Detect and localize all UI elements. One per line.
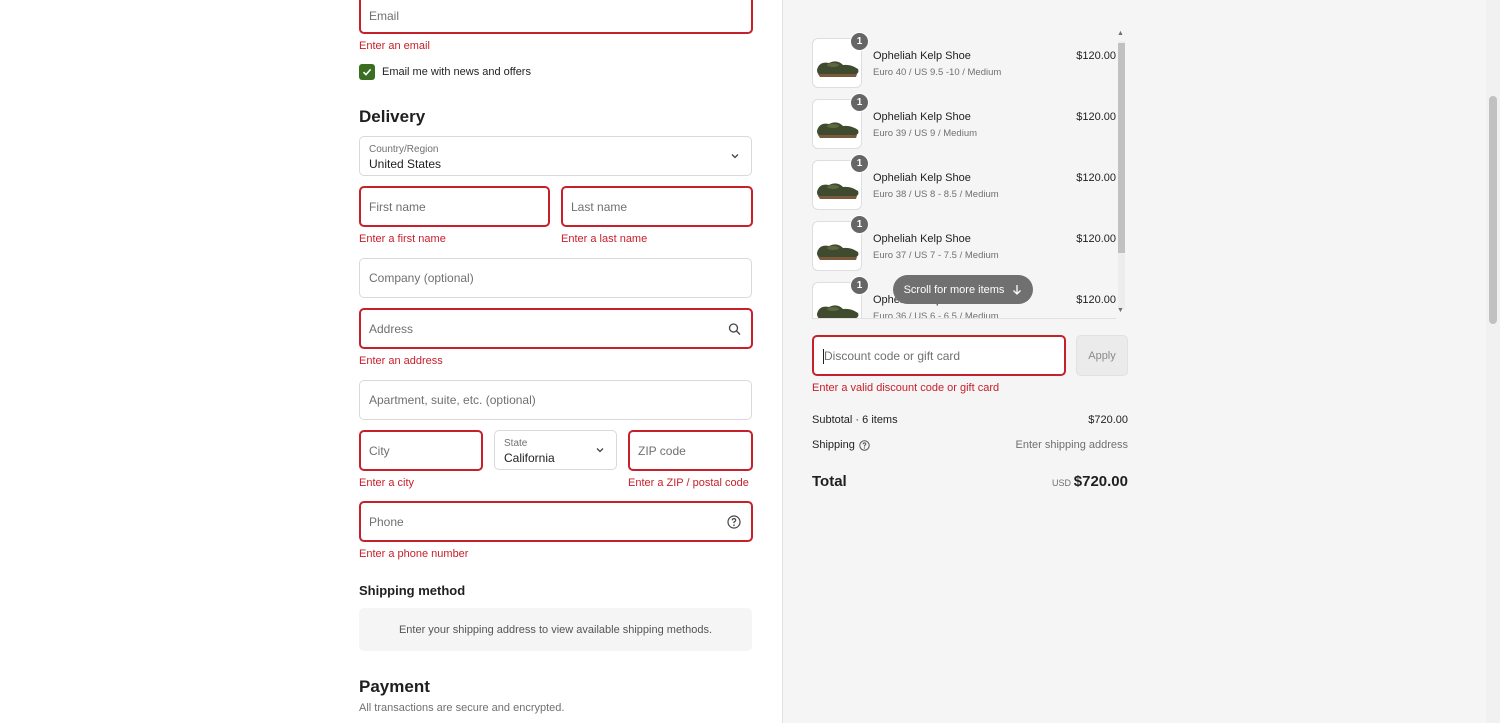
zip-field[interactable]: ZIP code bbox=[628, 430, 753, 471]
item-variant: Euro 39 / US 9 / Medium bbox=[873, 128, 978, 139]
phone-error: Enter a phone number bbox=[359, 548, 469, 560]
quantity-badge: 1 bbox=[850, 154, 869, 173]
delivery-heading: Delivery bbox=[359, 107, 426, 126]
page-scrollbar[interactable] bbox=[1486, 0, 1500, 723]
country-value: United States bbox=[369, 157, 442, 171]
subtotal-label: Subtotal · 6 items bbox=[812, 414, 898, 426]
item-variant: Euro 38 / US 8 - 8.5 / Medium bbox=[873, 189, 999, 200]
newsletter-checkbox[interactable] bbox=[359, 64, 375, 80]
item-price: $120.00 bbox=[1076, 50, 1116, 62]
chevron-down-icon bbox=[596, 448, 604, 453]
scroll-more-button[interactable]: Scroll for more items bbox=[893, 275, 1033, 304]
apply-button[interactable]: Apply bbox=[1076, 335, 1128, 376]
email-error: Enter an email bbox=[359, 40, 430, 52]
item-variant: Euro 40 / US 9.5 -10 / Medium bbox=[873, 67, 1002, 78]
company-placeholder: Company (optional) bbox=[369, 271, 474, 285]
phone-field[interactable]: Phone bbox=[359, 501, 753, 542]
company-field[interactable]: Company (optional) bbox=[359, 258, 752, 298]
subtotal-row: Subtotal · 6 items $720.00 bbox=[812, 414, 1128, 426]
payment-heading: Payment bbox=[359, 677, 430, 696]
scroll-up-icon[interactable]: ▲ bbox=[1117, 30, 1124, 37]
quantity-badge: 1 bbox=[850, 276, 869, 295]
discount-input[interactable]: Discount code or gift card bbox=[812, 335, 1066, 376]
checkmark-icon bbox=[362, 68, 372, 76]
scrollbar-thumb[interactable] bbox=[1118, 43, 1125, 253]
last-name-field[interactable]: Last name bbox=[561, 186, 753, 227]
scroll-more-label: Scroll for more items bbox=[903, 283, 1005, 296]
total-label: Total bbox=[812, 473, 847, 490]
discount-placeholder: Discount code or gift card bbox=[824, 348, 961, 363]
item-variant: Euro 37 / US 7 - 7.5 / Medium bbox=[873, 250, 999, 261]
help-circle-icon[interactable] bbox=[727, 514, 741, 529]
city-error: Enter a city bbox=[359, 477, 415, 489]
address-placeholder: Address bbox=[369, 321, 414, 336]
city-placeholder: City bbox=[369, 443, 390, 458]
subtotal-value: $720.00 bbox=[1088, 414, 1128, 426]
country-label: Country/Region bbox=[369, 144, 439, 155]
quantity-badge: 1 bbox=[850, 32, 869, 51]
email-field[interactable]: Email bbox=[359, 0, 753, 34]
item-price: $120.00 bbox=[1076, 233, 1116, 245]
state-value: California bbox=[504, 451, 555, 465]
payment-subtitle: All transactions are secure and encrypte… bbox=[359, 702, 565, 714]
list-item: 1 Opheliah Kelp Shoe Euro 40 / US 9.5 -1… bbox=[812, 32, 1116, 88]
arrow-down-icon bbox=[1013, 285, 1022, 295]
discount-error: Enter a valid discount code or gift card bbox=[812, 382, 1000, 394]
email-placeholder: Email bbox=[369, 9, 400, 23]
first-name-placeholder: First name bbox=[369, 199, 426, 214]
checkout-form: Email Enter an email Email me with news … bbox=[0, 0, 782, 723]
quantity-badge: 1 bbox=[850, 215, 869, 234]
scroll-down-icon[interactable]: ▼ bbox=[1117, 307, 1124, 314]
list-item: 1 Opheliah Kelp Shoe Euro 37 / US 7 - 7.… bbox=[812, 215, 1116, 271]
zip-placeholder: ZIP code bbox=[638, 443, 686, 458]
shipping-row: Shipping Enter shipping address bbox=[812, 439, 1128, 451]
item-price: $120.00 bbox=[1076, 111, 1116, 123]
item-name: Opheliah Kelp Shoe bbox=[873, 50, 971, 62]
phone-placeholder: Phone bbox=[369, 514, 404, 529]
apartment-field[interactable]: Apartment, suite, etc. (optional) bbox=[359, 380, 752, 420]
apartment-placeholder: Apartment, suite, etc. (optional) bbox=[369, 393, 536, 407]
address-error: Enter an address bbox=[359, 355, 443, 367]
item-name: Opheliah Kelp Shoe bbox=[873, 172, 971, 184]
last-name-error: Enter a last name bbox=[561, 233, 648, 245]
shipping-value: Enter shipping address bbox=[1015, 439, 1128, 451]
search-icon bbox=[728, 322, 741, 335]
address-field[interactable]: Address bbox=[359, 308, 753, 349]
country-select[interactable]: Country/Region United States bbox=[359, 136, 752, 176]
page-scrollbar-thumb[interactable] bbox=[1489, 96, 1497, 324]
items-divider bbox=[812, 318, 1116, 319]
city-field[interactable]: City bbox=[359, 430, 483, 471]
state-select[interactable]: State California bbox=[494, 430, 617, 470]
quantity-badge: 1 bbox=[850, 93, 869, 112]
total-currency: USD bbox=[1052, 478, 1072, 488]
help-circle-icon[interactable] bbox=[859, 440, 870, 451]
first-name-field[interactable]: First name bbox=[359, 186, 550, 227]
first-name-error: Enter a first name bbox=[359, 233, 446, 245]
shipping-label: Shipping bbox=[812, 439, 855, 451]
list-item: 1 Opheliah Kelp Shoe Euro 39 / US 9 / Me… bbox=[812, 93, 1116, 149]
state-label: State bbox=[504, 438, 528, 449]
chevron-down-icon bbox=[731, 154, 739, 159]
newsletter-label: Email me with news and offers bbox=[382, 66, 531, 78]
shipping-method-notice: Enter your shipping address to view avai… bbox=[359, 608, 752, 651]
list-item: 1 Opheliah Kelp Shoe Euro 38 / US 8 - 8.… bbox=[812, 154, 1116, 210]
last-name-placeholder: Last name bbox=[571, 199, 628, 214]
items-scrollbar[interactable]: ▲ ▼ bbox=[1116, 30, 1126, 319]
item-name: Opheliah Kelp Shoe bbox=[873, 233, 971, 245]
item-name: Opheliah Kelp Shoe bbox=[873, 111, 971, 123]
item-price: $120.00 bbox=[1076, 294, 1116, 306]
total-value: $720.00 bbox=[1073, 473, 1128, 490]
shipping-method-heading: Shipping method bbox=[359, 583, 466, 598]
item-price: $120.00 bbox=[1076, 172, 1116, 184]
zip-error: Enter a ZIP / postal code bbox=[628, 477, 749, 489]
